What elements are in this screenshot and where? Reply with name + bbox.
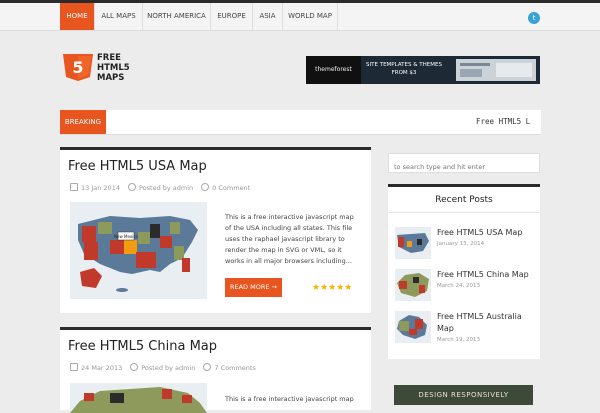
banner-brand: themeforest: [306, 56, 361, 84]
post-date: 13 Jan 2014: [81, 184, 120, 192]
post-author[interactable]: Posted by admin: [139, 184, 193, 192]
calendar-icon: [70, 363, 78, 371]
user-icon: [130, 363, 139, 371]
widget-title: Recent Posts: [435, 195, 493, 205]
post-author[interactable]: Posted by admin: [141, 364, 195, 372]
breaking-label: BREAKING: [60, 110, 106, 134]
post-comments[interactable]: 0 Comment: [212, 184, 250, 192]
top-navigation: HOME ALL MAPS NORTH AMERICA EUROPE ASIA …: [0, 3, 600, 31]
banner-message: SITE TEMPLATES & THEMES FROM $3: [364, 61, 444, 77]
recent-post-date: January 13, 2014: [437, 241, 485, 247]
recent-post-thumbnail[interactable]: [395, 227, 431, 259]
read-more-button[interactable]: READ MORE →: [225, 278, 282, 297]
map-state-label: New Mexico: [114, 234, 139, 239]
comment-icon: [201, 183, 210, 191]
breaking-ticker[interactable]: Free HTML5 L: [476, 110, 530, 134]
twitter-icon[interactable]: t: [528, 12, 540, 24]
nav-all-maps[interactable]: ALL MAPS: [95, 3, 143, 30]
post-meta: 13 Jan 2014 Posted by admin 0 Comment: [70, 183, 250, 192]
rating-stars: ★★★★★: [312, 283, 353, 293]
search-box: [388, 153, 540, 176]
recent-post-thumbnail[interactable]: [395, 311, 431, 343]
html5-shield-icon[interactable]: 5: [62, 53, 94, 81]
nav-asia[interactable]: ASIA: [253, 3, 283, 30]
ad-banner[interactable]: DESIGN RESPONSIVELY: [394, 385, 533, 405]
nav-home[interactable]: HOME: [60, 3, 95, 30]
recent-post-thumbnail[interactable]: [395, 269, 431, 301]
nav-world-map[interactable]: WORLD MAP: [283, 3, 338, 30]
breaking-news-bar: BREAKING Free HTML5 L: [60, 110, 541, 135]
post-title[interactable]: Free HTML5 USA Map: [68, 159, 207, 174]
logo-line: HTML5: [97, 63, 130, 73]
nav-north-america[interactable]: NORTH AMERICA: [143, 3, 211, 30]
site-logo-text[interactable]: FREE HTML5 MAPS: [97, 53, 130, 83]
post-date: 24 Mar 2013: [81, 364, 123, 372]
user-icon: [127, 183, 136, 191]
logo-line: FREE: [97, 53, 121, 63]
themeforest-banner[interactable]: themeforest SITE TEMPLATES & THEMES FROM…: [306, 56, 540, 84]
post-meta: 24 Mar 2013 Posted by admin 7 Comments: [70, 363, 256, 372]
post-title[interactable]: Free HTML5 China Map: [68, 339, 217, 354]
recent-post-title[interactable]: Free HTML5 USA Map: [437, 227, 537, 239]
post-comments[interactable]: 7 Comments: [214, 364, 255, 372]
recent-posts-widget: Recent Posts Free HTML5 USA Map January …: [388, 184, 540, 359]
comment-icon: [203, 363, 212, 371]
recent-post-title[interactable]: Free HTML5 China Map: [437, 269, 537, 281]
logo-line: MAPS: [97, 73, 125, 83]
search-input[interactable]: [389, 158, 539, 176]
calendar-icon: [70, 183, 78, 191]
banner-line-2: FROM $3: [391, 70, 417, 76]
banner-screenshots: [456, 59, 536, 81]
recent-post-date: March 19, 2013: [437, 337, 481, 343]
recent-post-date: March 24, 2013: [437, 283, 481, 289]
recent-post-title[interactable]: Free HTML5 Australia Map: [437, 311, 537, 335]
post-card: Free HTML5 USA Map 13 Jan 2014 Posted by …: [60, 147, 371, 313]
banner-line-1: SITE TEMPLATES & THEMES: [366, 62, 442, 68]
usa-map-thumbnail[interactable]: New Mexico: [70, 202, 207, 299]
logo-badge: 5: [72, 58, 83, 77]
post-excerpt: This is a free interactive javascript ma…: [225, 213, 354, 265]
post-card: Free HTML5 China Map 24 Mar 2013 Posted b…: [60, 327, 371, 413]
nav-europe[interactable]: EUROPE: [211, 3, 253, 30]
china-map-thumbnail[interactable]: [70, 383, 207, 413]
divider: [388, 212, 540, 213]
